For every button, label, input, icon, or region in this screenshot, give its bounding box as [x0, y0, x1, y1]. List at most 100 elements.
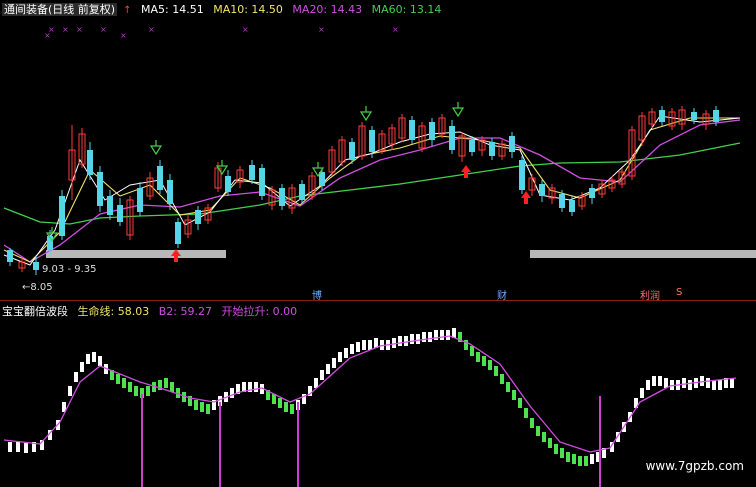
candle-down	[519, 160, 525, 190]
marker-x-icon: ×	[76, 25, 83, 34]
indicator-bar-white	[24, 443, 28, 453]
indicator-bar-green	[200, 402, 204, 412]
date-marker-2[interactable]: 财	[497, 287, 507, 302]
indicator-bar-white	[350, 344, 354, 354]
kline-chart[interactable]: × × × × × × × ×× ×	[0, 0, 756, 300]
indicator-bar-green	[560, 448, 564, 458]
indicator-bar-green	[116, 374, 120, 384]
indicator-bar-white	[86, 354, 90, 364]
sell-signal-2	[149, 140, 163, 156]
candle-down	[7, 250, 13, 262]
indicator-bar-green	[536, 426, 540, 436]
candle-down	[429, 122, 435, 140]
indicator-bar-green	[530, 418, 534, 428]
candle-down	[713, 110, 719, 122]
indicator-bar-white	[368, 340, 372, 350]
candle-down	[319, 172, 325, 186]
indicator-bar-white	[652, 376, 656, 386]
indicator-bar-green	[170, 382, 174, 392]
indicator-bar-white	[590, 454, 594, 464]
indicator-chart[interactable]	[0, 302, 756, 487]
indicator-bar-green	[518, 398, 522, 408]
indicator-bar-white	[326, 364, 330, 374]
indicator-bar-green	[500, 374, 504, 384]
green-down-arrow-icon	[149, 145, 163, 156]
price-range-label: 9.03 - 9.35	[42, 264, 97, 275]
indicator-bar-white	[8, 442, 12, 452]
indicator-bar-green	[134, 386, 138, 396]
indicator-bar-white	[706, 378, 710, 388]
indicator-bar-white	[398, 336, 402, 346]
indicator-bar-green	[506, 382, 510, 392]
indicator-bar-white	[74, 372, 78, 382]
candle-down	[107, 196, 113, 215]
candle-down	[489, 142, 495, 156]
indicator-bar-white	[254, 382, 258, 392]
candle-down	[349, 142, 355, 160]
indicator-bar-green	[164, 378, 168, 388]
candle-down	[59, 196, 65, 236]
date-marker-1[interactable]: 博	[312, 287, 322, 302]
date-marker-3[interactable]: 利润	[640, 287, 660, 302]
indicator-bar-white	[344, 348, 348, 358]
candle-down	[175, 222, 181, 244]
indicator-bar-green	[578, 456, 582, 466]
green-down-arrow-icon	[451, 107, 465, 118]
indicator-bar-green	[554, 444, 558, 454]
indicator-bar-white	[404, 336, 408, 346]
candle-down	[167, 180, 173, 204]
life-line	[3, 335, 737, 453]
indicator-bar-white	[320, 370, 324, 380]
kline-panel[interactable]: 通间装备(日线 前复权) ↑ MA5: 14.51 MA10: 14.50 MA2…	[0, 0, 756, 302]
indicator-bar-green	[146, 386, 150, 396]
indicator-bar-white	[718, 380, 722, 390]
indicator-bar-white	[428, 332, 432, 342]
low-price-label: ←8.05	[22, 282, 53, 293]
date-marker-4[interactable]: S	[676, 287, 682, 298]
arrow-stem	[524, 198, 528, 204]
indicator-bar-green	[512, 390, 516, 400]
candle-down	[117, 205, 123, 222]
indicator-bar-white	[646, 380, 650, 390]
indicator-bar-white	[688, 380, 692, 390]
indicator-bar-white	[416, 334, 420, 344]
indicator-bar-white	[682, 378, 686, 388]
candle-down	[97, 172, 103, 206]
candle-down	[409, 120, 415, 140]
candle-down	[659, 110, 665, 122]
indicator-bar-green	[206, 404, 210, 414]
indicator-bar-green	[542, 432, 546, 442]
candle-down	[137, 188, 143, 212]
candle-down	[299, 184, 305, 200]
watermark: www.7gpzb.com	[645, 459, 744, 473]
indicator-bar-green	[278, 398, 282, 408]
candle-down	[509, 136, 515, 152]
marker-x-icon: ×	[62, 25, 69, 34]
indicator-bar-green	[194, 400, 198, 410]
candle-down	[33, 262, 39, 270]
indicator-bar-white	[446, 330, 450, 340]
indicator-bar-white	[440, 330, 444, 340]
indicator-bar-white	[230, 388, 234, 398]
indicator-bar-white	[80, 362, 84, 372]
candle-down	[559, 194, 565, 208]
arrow-stem	[174, 256, 178, 262]
candle-down	[87, 150, 93, 175]
indicator-bar-white	[712, 380, 716, 390]
candle-down	[369, 130, 375, 152]
indicator-bar-white	[658, 376, 662, 386]
marker-x-icon: ×	[392, 25, 399, 34]
candle-down	[569, 200, 575, 212]
indicator-bar-white	[422, 332, 426, 342]
candle-down	[195, 210, 201, 224]
green-down-arrow-icon	[359, 111, 373, 122]
indicator-bar-green	[482, 356, 486, 366]
indicator-bar-green	[128, 382, 132, 392]
indicator-bar-green	[524, 408, 528, 418]
candle-down	[469, 140, 475, 152]
indicator-panel[interactable]: 宝宝翻倍波段 生命线: 58.03 B2: 59.27 开始拉升: 0.00 w…	[0, 302, 756, 487]
candle-down	[225, 176, 231, 192]
indicator-bar-green	[122, 378, 126, 388]
indicator-bar-green	[272, 394, 276, 404]
indicator-bar-green	[290, 404, 294, 414]
